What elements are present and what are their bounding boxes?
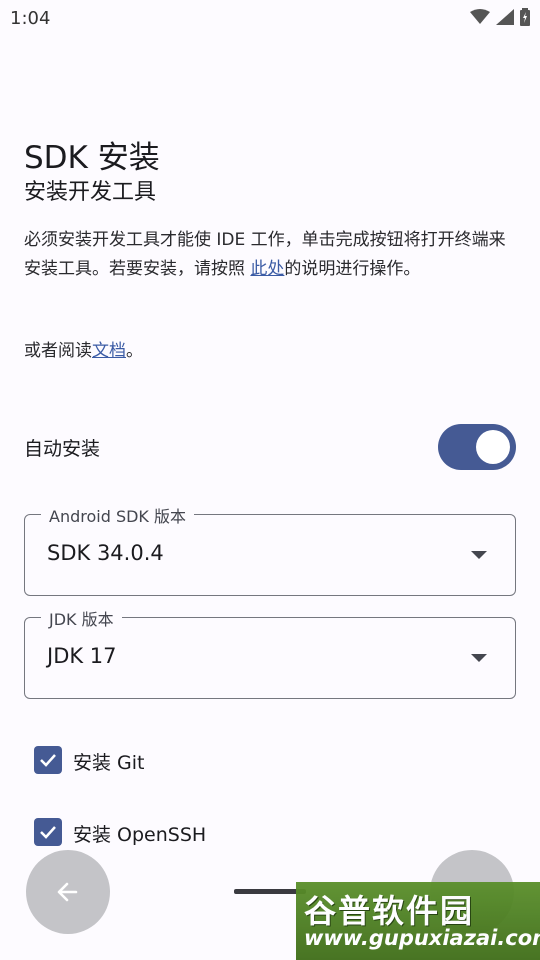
page-subtitle: 安装开发工具 [24, 180, 157, 205]
battery-icon [520, 8, 530, 26]
cell-signal-icon [496, 9, 514, 25]
android-sdk-version-select[interactable]: Android SDK 版本 SDK 34.0.4 [24, 503, 516, 596]
docs-text: 或者阅读文档。 [24, 338, 143, 364]
description-text: 必须安装开发工具才能使 IDE 工作，单击完成按钮将打开终端来安装工具。若要安装… [24, 226, 516, 284]
back-button[interactable] [26, 850, 110, 934]
docs-suffix: 。 [126, 341, 143, 361]
wifi-icon [470, 9, 490, 25]
status-time: 1:04 [10, 8, 51, 29]
jdk-version-value: JDK 17 [47, 644, 117, 668]
install-git-label: 安装 Git [73, 752, 145, 774]
description-text-after: 的说明进行操作。 [284, 259, 421, 279]
watermark-logo: 谷普软件园 www.gupuxiazai.com [296, 882, 540, 960]
jdk-version-select[interactable]: JDK 版本 JDK 17 [24, 606, 516, 699]
switch-thumb [476, 430, 510, 464]
docs-link[interactable]: 文档 [92, 341, 126, 361]
android-sdk-version-value: SDK 34.0.4 [47, 541, 164, 565]
install-git-checkbox[interactable] [34, 746, 62, 774]
install-openssh-label: 安装 OpenSSH [73, 824, 207, 846]
dropdown-arrow-icon [471, 654, 487, 662]
auto-install-label: 自动安装 [24, 438, 101, 460]
android-sdk-version-label: Android SDK 版本 [41, 503, 195, 527]
page-title: SDK 安装 [24, 140, 160, 176]
check-icon [40, 826, 56, 839]
watermark-url: www.gupuxiazai.com [304, 926, 540, 950]
arrow-left-icon [57, 882, 78, 902]
jdk-version-label: JDK 版本 [41, 606, 122, 630]
docs-prefix: 或者阅读 [24, 341, 92, 361]
dropdown-arrow-icon [471, 551, 487, 559]
auto-install-switch[interactable] [438, 424, 516, 470]
status-icons [470, 8, 530, 26]
check-icon [40, 754, 56, 767]
auto-install-row: 自动安装 [24, 424, 516, 472]
instructions-link[interactable]: 此处 [250, 259, 284, 279]
install-openssh-checkbox[interactable] [34, 818, 62, 846]
status-bar: 1:04 [0, 0, 540, 38]
